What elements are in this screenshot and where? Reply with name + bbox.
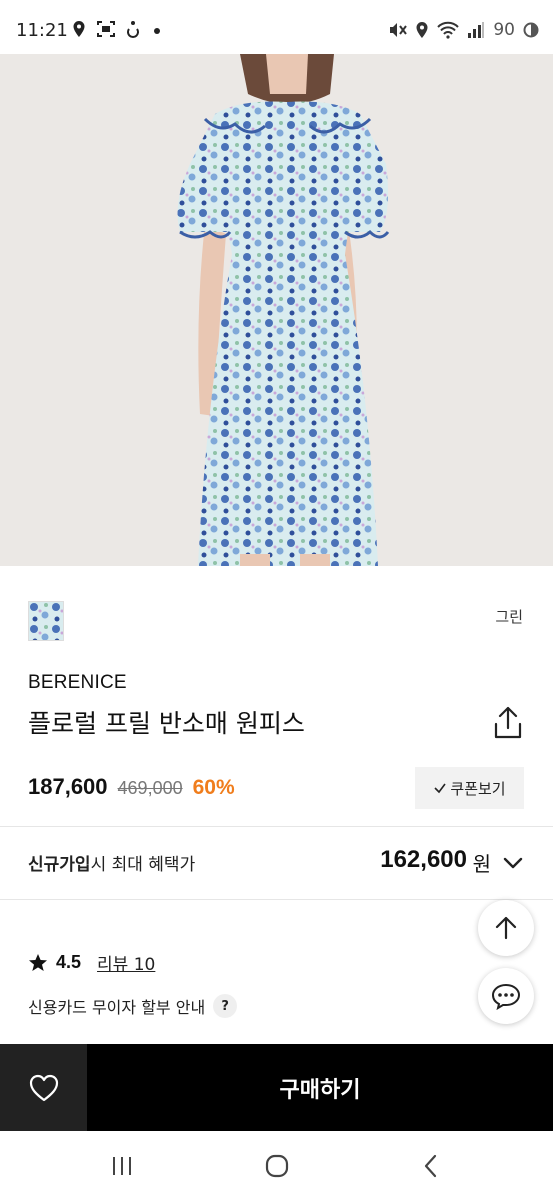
dot-icon [154,28,160,34]
star-icon [29,953,47,971]
color-thumbnail[interactable] [28,601,64,641]
divider [0,826,553,827]
coupon-button[interactable]: 쿠폰보기 [415,767,524,809]
check-icon [434,783,447,794]
wifi-icon [437,21,460,39]
battery-level: 90 [493,20,515,40]
back-icon [424,1154,437,1178]
status-right-icons: 90 [387,20,539,40]
back-button[interactable] [411,1151,451,1181]
signal-icon [468,22,485,38]
recent-apps-icon [113,1157,131,1175]
location-icon [416,22,428,38]
recent-apps-button[interactable] [102,1151,142,1181]
installment-label[interactable]: 신용카드 무이자 할부 안내 [28,994,205,1018]
accessibility-icon [127,21,139,38]
benefit-unit: 원 [472,852,491,876]
thumbnail-image [29,602,63,640]
bottom-action-bar: 구매하기 [0,1044,553,1131]
location-icon [73,21,85,37]
product-title: 플로럴 프릴 반소매 원피스 [28,709,305,738]
benefit-label-rest: 시 최대 혜택가 [90,855,196,875]
discount-rate: 60% [192,776,235,799]
status-left-icons [72,20,164,38]
battery-icon [523,22,539,38]
rating-row: 4.5 리뷰 10 [28,950,155,975]
benefit-label-bold: 신규가입 [28,855,91,875]
share-icon [494,706,522,739]
color-label: 그린 [495,608,523,626]
buy-button[interactable]: 구매하기 [87,1044,553,1131]
chat-button[interactable] [478,968,534,1024]
original-price: 469,000 [117,778,183,798]
benefit-expand-button[interactable] [501,851,525,875]
price-row: 187,600 469,000 60% [28,774,235,800]
chevron-down-icon [503,857,523,869]
screenshot-icon [97,21,115,37]
wishlist-button[interactable] [0,1044,87,1131]
brand-name[interactable]: BERENICE [28,672,127,694]
installment-row[interactable]: 신용카드 무이자 할부 안내 ? [28,994,238,1018]
sale-price: 187,600 [28,774,108,799]
mute-icon [390,23,408,37]
benefit-price[interactable]: 162,600 [380,846,467,874]
divider [0,899,553,900]
heart-icon [29,1074,58,1101]
help-icon[interactable]: ? [213,994,238,1018]
scroll-top-button[interactable] [478,900,534,956]
system-nav-bar [0,1131,553,1200]
arrow-up-icon [495,916,517,940]
share-button[interactable] [491,704,525,742]
status-bar: 11:21 90 [0,0,553,62]
home-button[interactable] [257,1151,297,1181]
status-time: 11:21 [16,20,68,41]
product-image[interactable] [0,54,553,566]
chat-icon [491,983,521,1010]
coupon-label: 쿠폰보기 [450,780,506,798]
product-photo [0,54,553,566]
rating-value: 4.5 [56,952,82,972]
home-icon [265,1154,289,1178]
benefit-label: 신규가입시 최대 혜택가 [28,850,195,875]
review-link[interactable]: 리뷰 10 [97,950,155,975]
